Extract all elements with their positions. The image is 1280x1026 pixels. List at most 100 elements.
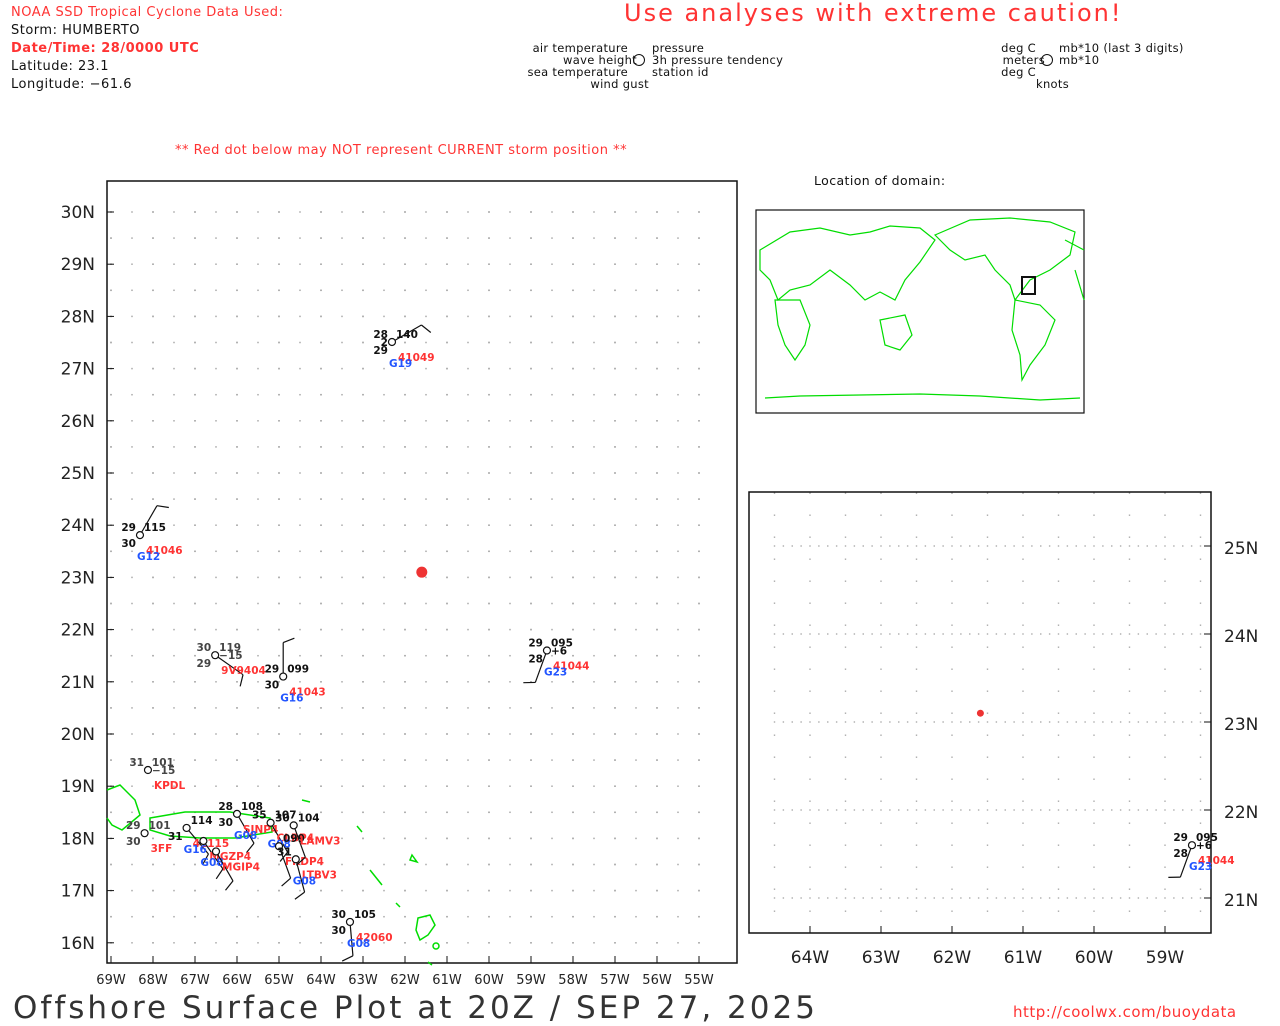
grid-dot bbox=[987, 691, 988, 692]
grid-dot bbox=[509, 316, 511, 318]
grid-dot bbox=[257, 733, 259, 735]
source-url-link[interactable]: http://coolwx.com/buoydata bbox=[1013, 1003, 1237, 1021]
grid-dot bbox=[530, 785, 532, 787]
grid-dot bbox=[1200, 559, 1201, 560]
grid-dot bbox=[278, 603, 280, 605]
station-9V9404[interactable]: 3029119−159V9404 bbox=[197, 642, 266, 686]
grid-dot bbox=[341, 368, 343, 370]
grid-dot bbox=[593, 812, 595, 814]
grid-dot bbox=[951, 691, 952, 692]
grid-dot bbox=[1200, 911, 1201, 912]
grid-dot bbox=[404, 577, 406, 579]
grid-dot bbox=[635, 472, 637, 474]
grid-dot bbox=[978, 809, 979, 810]
grid-dot bbox=[871, 809, 872, 810]
grid-dot bbox=[236, 551, 238, 553]
grid-dot bbox=[236, 785, 238, 787]
grid-dot bbox=[194, 629, 196, 631]
grid-dot bbox=[593, 838, 595, 840]
grid-dot bbox=[783, 809, 784, 810]
grid-dot bbox=[1067, 809, 1068, 810]
storm-position-dot[interactable] bbox=[416, 567, 427, 578]
grid-dot bbox=[698, 681, 700, 683]
grid-dot bbox=[257, 290, 259, 292]
station-41044[interactable]: 2928095+641044G23 bbox=[1168, 832, 1234, 877]
wind-gust: G08 bbox=[234, 830, 257, 842]
grid-dot bbox=[299, 237, 301, 239]
grid-dot bbox=[404, 733, 406, 735]
grid-dot bbox=[635, 942, 637, 944]
grid-dot bbox=[951, 801, 952, 802]
grid-dot bbox=[446, 785, 448, 787]
grid-dot bbox=[236, 916, 238, 918]
grid-dot bbox=[1200, 625, 1201, 626]
grid-dot bbox=[774, 845, 775, 846]
grid-dot bbox=[278, 211, 280, 213]
grid-dot bbox=[509, 916, 511, 918]
grid-dot bbox=[774, 625, 775, 626]
grid-dot bbox=[551, 812, 553, 814]
grid-dot bbox=[1164, 779, 1165, 780]
grid-dot bbox=[1102, 545, 1103, 546]
grid-dot bbox=[362, 577, 364, 579]
grid-dot bbox=[614, 446, 616, 448]
grid-dot bbox=[509, 551, 511, 553]
grid-dot bbox=[1129, 581, 1130, 582]
grid-dot bbox=[236, 577, 238, 579]
grid-dot bbox=[1058, 691, 1059, 692]
grid-dot bbox=[951, 713, 952, 714]
grid-dot bbox=[530, 368, 532, 370]
grid-dot bbox=[656, 368, 658, 370]
lat-label: 18N bbox=[61, 829, 95, 849]
grid-dot bbox=[446, 446, 448, 448]
grid-dot bbox=[677, 629, 679, 631]
sea-temperature: 31 bbox=[168, 831, 183, 843]
station-41049[interactable]: 2822914041049G19 bbox=[373, 325, 434, 370]
grid-dot bbox=[383, 629, 385, 631]
grid-dot bbox=[488, 890, 490, 892]
station-circle-icon bbox=[292, 856, 299, 863]
grid-dot bbox=[362, 838, 364, 840]
grid-dot bbox=[341, 394, 343, 396]
station-id: MGIP4 bbox=[222, 861, 260, 873]
station-41043[interactable]: 293009941043G16 bbox=[265, 638, 326, 704]
grid-dot bbox=[425, 838, 427, 840]
grid-dot bbox=[1093, 559, 1094, 560]
grid-dot bbox=[320, 759, 322, 761]
grid-dot bbox=[467, 420, 469, 422]
grid-dot bbox=[593, 629, 595, 631]
grid-dot bbox=[792, 809, 793, 810]
station-KPDL[interactable]: 31101−15KPDL bbox=[129, 757, 185, 792]
grid-dot bbox=[925, 545, 926, 546]
grid-dot bbox=[774, 545, 775, 546]
grid-dot bbox=[173, 629, 175, 631]
grid-dot bbox=[446, 368, 448, 370]
pressure: 114 bbox=[191, 815, 213, 827]
grid-dot bbox=[987, 845, 988, 846]
inset-storm-dot[interactable] bbox=[977, 710, 984, 717]
grid-dot bbox=[530, 237, 532, 239]
grid-dot bbox=[173, 342, 175, 344]
grid-dot bbox=[774, 757, 775, 758]
station-41044[interactable]: 2928095+641044G23 bbox=[523, 637, 589, 682]
grid-dot bbox=[1093, 581, 1094, 582]
grid-dot bbox=[299, 577, 301, 579]
grid-dot bbox=[809, 559, 810, 560]
grid-dot bbox=[383, 864, 385, 866]
grid-dot bbox=[845, 721, 846, 722]
grid-dot bbox=[880, 809, 881, 810]
grid-dot bbox=[236, 498, 238, 500]
grid-dot bbox=[551, 759, 553, 761]
grid-dot bbox=[425, 629, 427, 631]
station-41046[interactable]: 293011541046G12 bbox=[121, 506, 182, 563]
grid-dot bbox=[1164, 867, 1165, 868]
grid-dot bbox=[1164, 545, 1165, 546]
grid-dot bbox=[215, 524, 217, 526]
grid-dot bbox=[1093, 911, 1094, 912]
grid-dot bbox=[362, 368, 364, 370]
station-LTBV3[interactable]: 31LTBV3G08 bbox=[277, 846, 337, 899]
grid-dot bbox=[1164, 625, 1165, 626]
grid-dot bbox=[854, 545, 855, 546]
grid-dot bbox=[299, 394, 301, 396]
station-3FF[interactable]: 29301013FF bbox=[126, 820, 172, 855]
